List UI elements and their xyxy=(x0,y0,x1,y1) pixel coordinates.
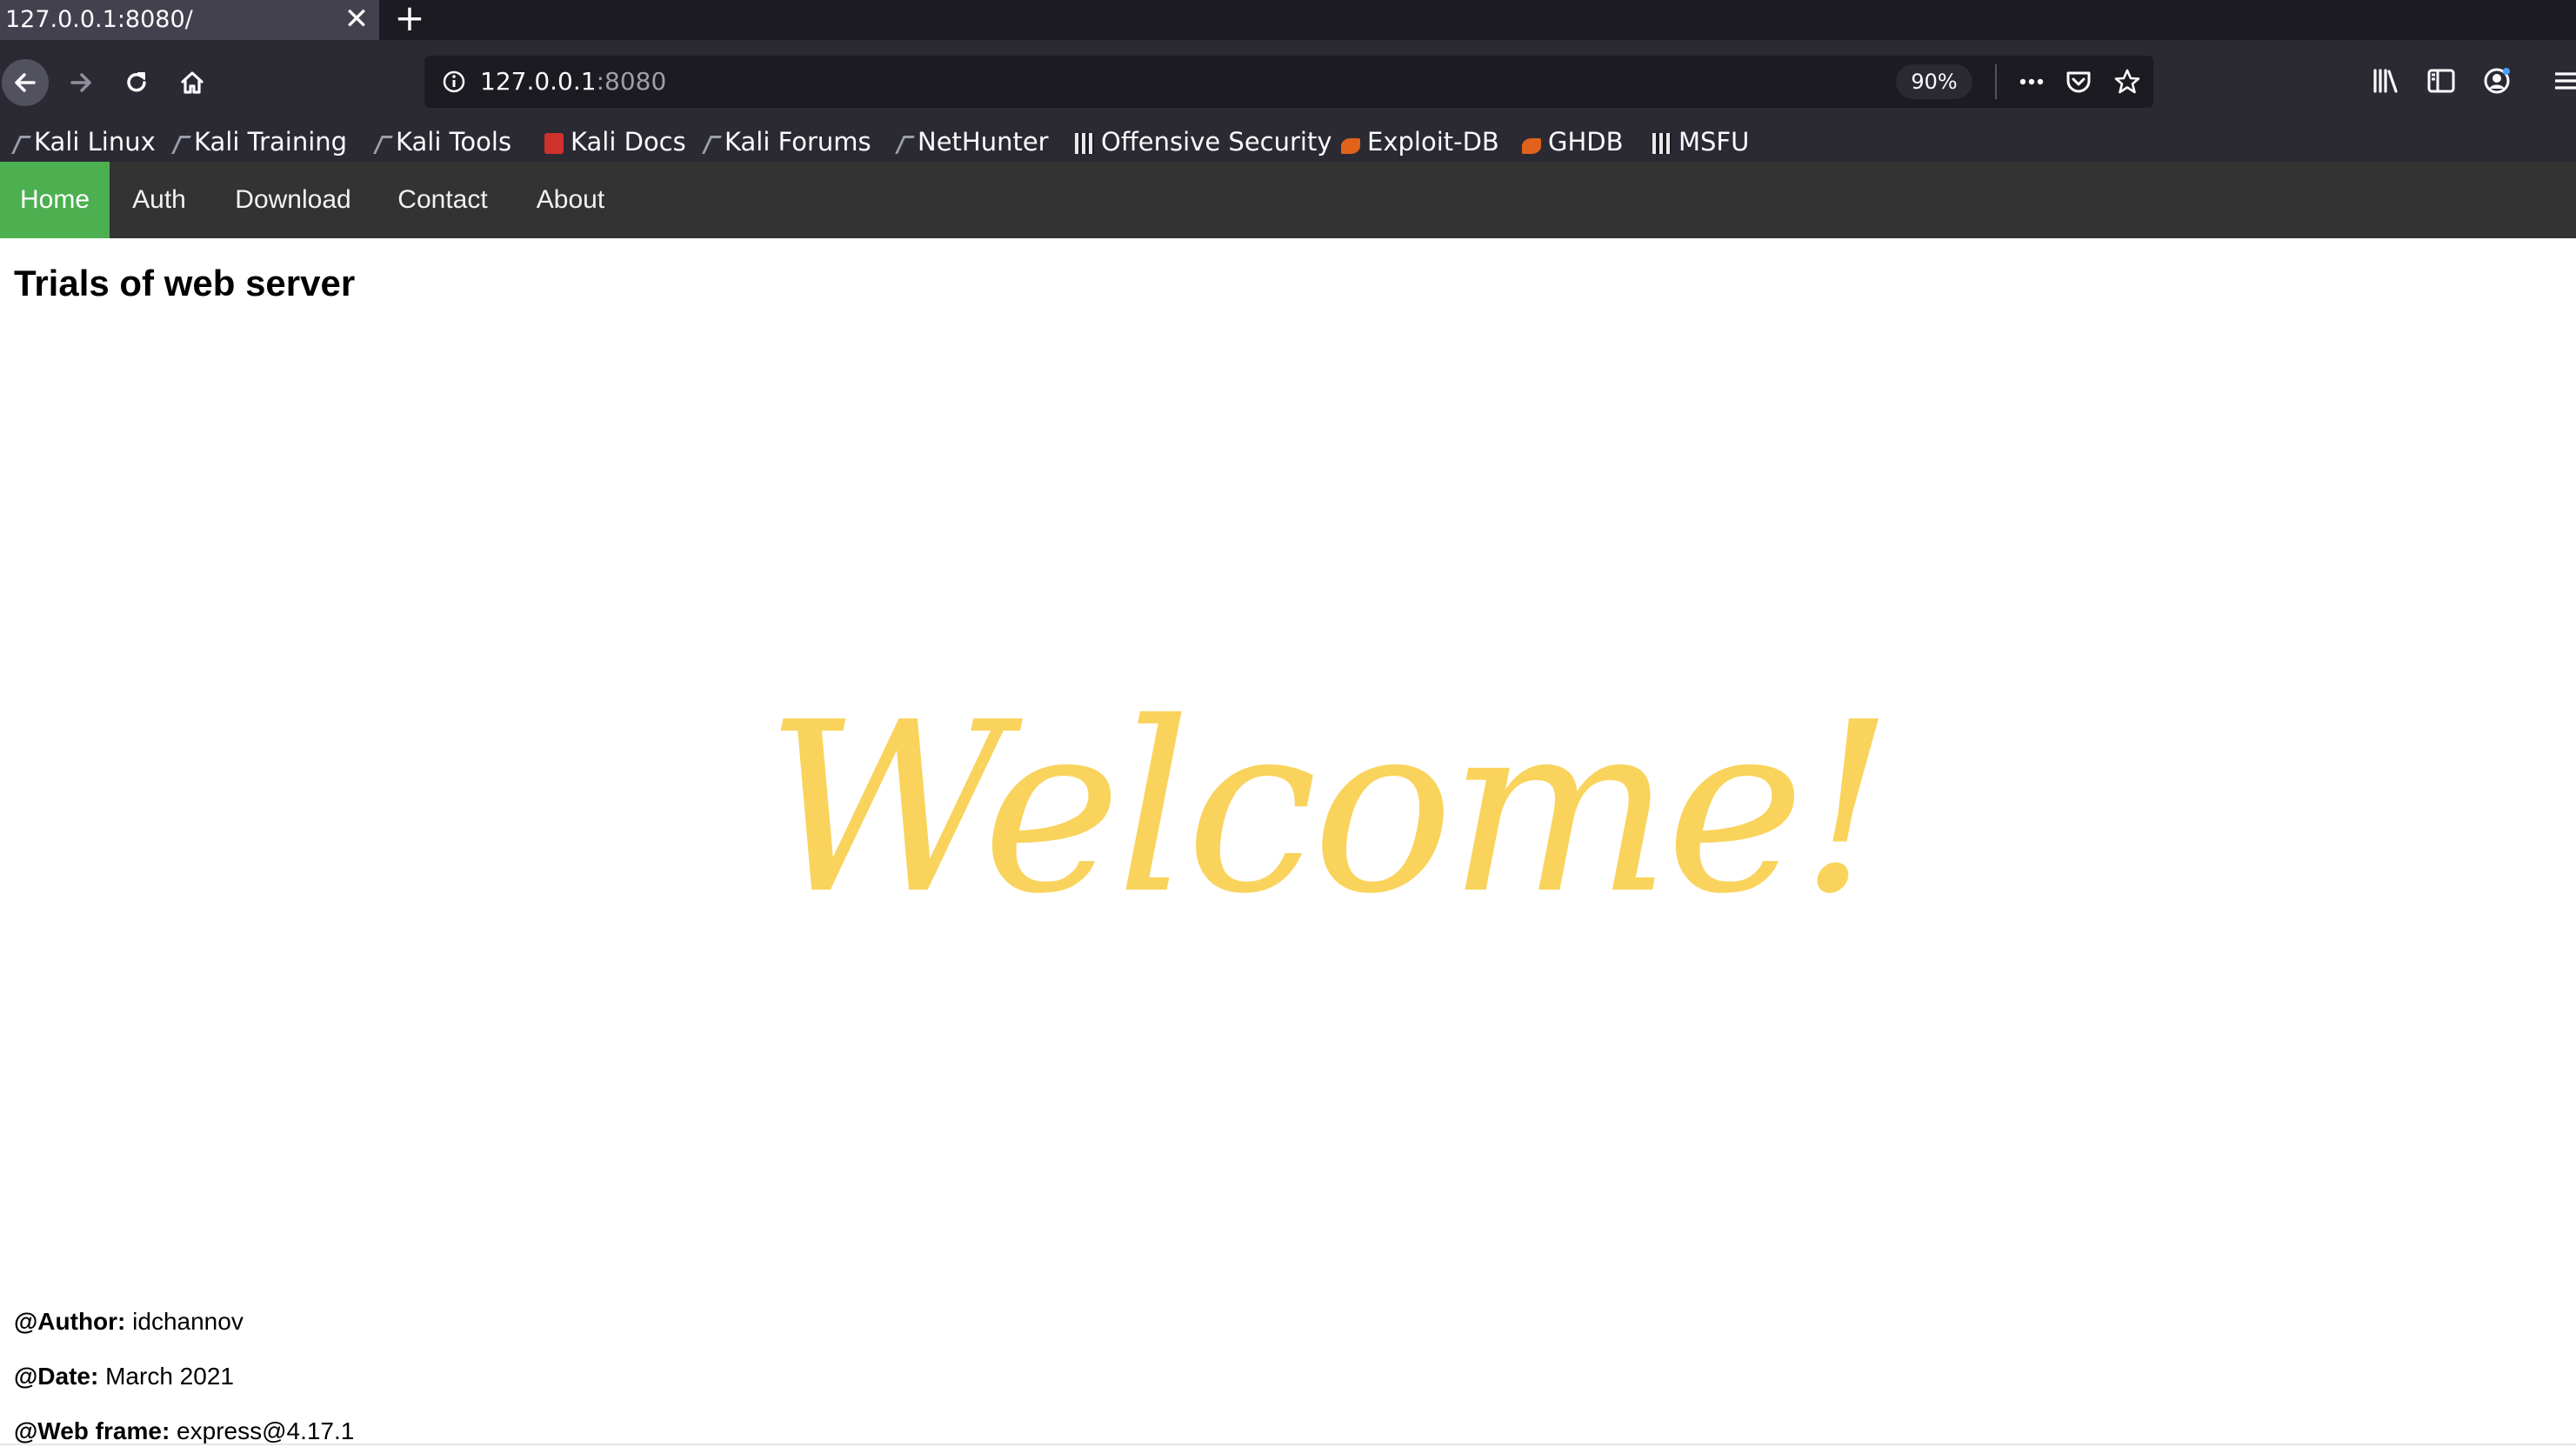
pocket-icon[interactable] xyxy=(2065,69,2092,95)
account-icon[interactable] xyxy=(2482,66,2512,96)
kali-dragon-icon xyxy=(373,136,393,154)
web-frame-label: @Web frame: xyxy=(14,1417,170,1444)
date-line: @Date: March 2021 xyxy=(14,1363,234,1390)
bookmark-kali-linux[interactable]: Kali Linux xyxy=(11,123,156,162)
topnav-download[interactable]: Download xyxy=(209,162,377,238)
back-button[interactable] xyxy=(2,59,49,106)
url-port: :8080 xyxy=(596,67,667,96)
bookmark-nethunter[interactable]: NetHunter xyxy=(895,123,1049,162)
more-actions-icon[interactable] xyxy=(2016,69,2047,95)
reload-button[interactable] xyxy=(113,59,160,106)
welcome-lettering: Welcome! xyxy=(765,671,1894,945)
home-button[interactable] xyxy=(169,59,216,106)
page-title: Trials of web server xyxy=(14,263,356,303)
author-line: @Author: idchannov xyxy=(14,1308,244,1336)
bookmark-kali-training[interactable]: Kali Training xyxy=(171,123,347,162)
date-value: March 2021 xyxy=(105,1363,234,1390)
kali-dragon-icon xyxy=(11,136,31,154)
kali-dragon-icon xyxy=(702,136,722,154)
hamburger-menu-icon[interactable] xyxy=(2550,66,2576,96)
forward-arrow-icon xyxy=(70,73,91,92)
navigation-toolbar: 127.0.0.1:8080 90% xyxy=(0,40,2576,123)
urlbar-separator xyxy=(1995,64,1997,99)
bookmark-kali-docs[interactable]: Kali Docs xyxy=(544,123,686,162)
msfu-icon xyxy=(1652,133,1672,154)
author-label: @Author: xyxy=(14,1308,126,1335)
welcome-image: Welcome! xyxy=(765,643,1894,974)
tab-title: 127.0.0.1:8080/ xyxy=(5,6,193,33)
site-topnav: Home Auth Download Contact About xyxy=(0,162,2576,238)
web-frame-line: @Web frame: express@4.17.1 xyxy=(14,1417,354,1445)
bookmarks-toolbar: Kali Linux Kali Training Kali Tools Kali… xyxy=(0,123,2576,162)
bookmark-offensive-security[interactable]: Offensive Security xyxy=(1075,123,1332,162)
bookmark-msfu[interactable]: MSFU xyxy=(1652,123,1749,162)
tab-bar: 127.0.0.1:8080/ ✕ + xyxy=(0,0,2576,40)
new-tab-button[interactable]: + xyxy=(390,0,430,40)
address-bar[interactable]: 127.0.0.1:8080 90% xyxy=(424,56,2153,108)
topnav-about[interactable]: About xyxy=(508,162,633,238)
kali-dragon-icon xyxy=(171,136,191,154)
exploit-db-icon xyxy=(1341,138,1360,154)
nethunter-icon xyxy=(895,136,915,154)
url-text[interactable]: 127.0.0.1:8080 xyxy=(480,56,666,108)
bookmark-star-icon[interactable] xyxy=(2113,69,2141,95)
bookmark-kali-forums[interactable]: Kali Forums xyxy=(702,123,871,162)
kali-docs-icon xyxy=(544,133,564,154)
topnav-auth[interactable]: Auth xyxy=(110,162,209,238)
web-frame-value: express@4.17.1 xyxy=(177,1417,355,1444)
url-host: 127.0.0.1 xyxy=(480,67,597,96)
active-tab[interactable]: 127.0.0.1:8080/ ✕ xyxy=(0,0,379,40)
topnav-contact[interactable]: Contact xyxy=(377,162,508,238)
home-icon xyxy=(181,71,204,94)
forward-button[interactable] xyxy=(57,59,104,106)
close-tab-icon[interactable]: ✕ xyxy=(339,0,374,40)
page-bottom-divider xyxy=(0,1444,2576,1445)
ghdb-icon xyxy=(1522,138,1541,154)
reload-icon xyxy=(127,72,146,92)
offsec-icon xyxy=(1075,133,1094,154)
back-arrow-icon xyxy=(15,73,36,92)
bookmark-exploit-db[interactable]: Exploit-DB xyxy=(1341,123,1499,162)
author-value: idchannov xyxy=(132,1308,244,1335)
site-info-icon[interactable] xyxy=(442,70,466,94)
date-label: @Date: xyxy=(14,1363,99,1390)
bookmark-ghdb[interactable]: GHDB xyxy=(1522,123,1624,162)
topnav-home[interactable]: Home xyxy=(0,162,110,238)
library-icon[interactable] xyxy=(2371,66,2400,96)
bookmark-kali-tools[interactable]: Kali Tools xyxy=(373,123,511,162)
zoom-level-badge[interactable]: 90% xyxy=(1896,64,1972,99)
sidebar-icon[interactable] xyxy=(2426,66,2456,96)
